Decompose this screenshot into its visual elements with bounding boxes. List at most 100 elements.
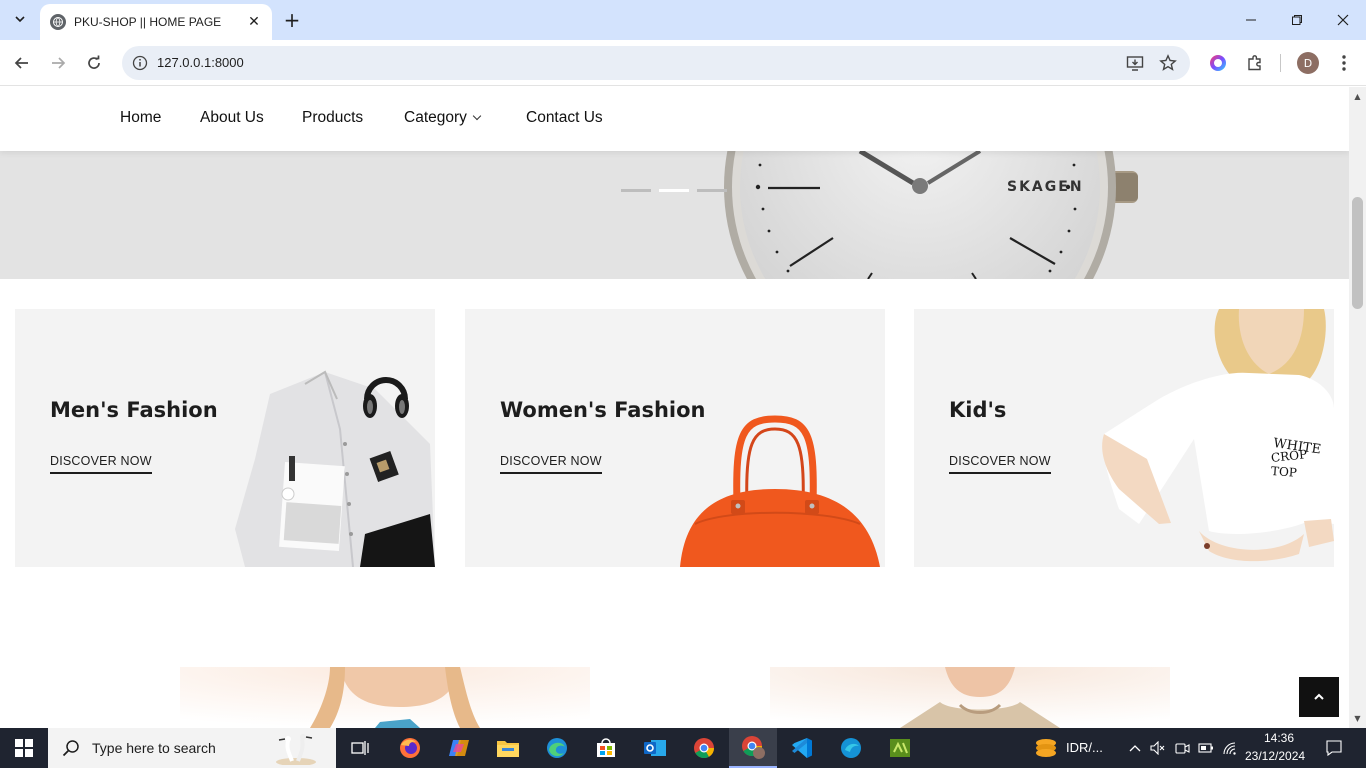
chevron-up-icon bbox=[1314, 693, 1324, 700]
chrome-profile-app[interactable] bbox=[729, 728, 777, 768]
hero-slider[interactable]: SKAGEN bbox=[0, 151, 1349, 279]
globe-icon bbox=[50, 14, 66, 30]
clock-date[interactable]: 23/12/2024 bbox=[1245, 749, 1305, 763]
profile-avatar[interactable]: D bbox=[1297, 52, 1319, 74]
minimize-button[interactable] bbox=[1228, 0, 1274, 40]
windows-logo-icon bbox=[15, 739, 33, 757]
wifi-icon[interactable] bbox=[1222, 740, 1238, 756]
forward-button[interactable] bbox=[44, 49, 72, 77]
search-highlight-image bbox=[276, 734, 316, 765]
handbag-image bbox=[680, 415, 880, 567]
nav-category-label: Category bbox=[404, 109, 467, 126]
browser-tab[interactable]: PKU-SHOP || HOME PAGE ✕ bbox=[40, 4, 272, 40]
close-icon bbox=[1337, 14, 1349, 26]
copilot-app[interactable] bbox=[435, 728, 483, 768]
outlook-icon bbox=[644, 740, 666, 756]
site-header: Home About Us Products Category Contact … bbox=[0, 87, 1349, 151]
app-green-icon bbox=[890, 739, 910, 757]
app-circle-icon bbox=[841, 738, 861, 758]
tab-search-button[interactable] bbox=[8, 7, 32, 31]
tray-chevron-up-icon[interactable] bbox=[1127, 740, 1143, 756]
camera-icon[interactable] bbox=[1174, 740, 1190, 756]
search-icon bbox=[62, 740, 79, 757]
bookmark-star-icon[interactable] bbox=[1158, 53, 1178, 73]
restore-button[interactable] bbox=[1274, 0, 1320, 40]
nav-products[interactable]: Products bbox=[302, 109, 363, 127]
crop-top-image: WHITE CROP TOP bbox=[1102, 309, 1334, 562]
chrome-profile-icon bbox=[742, 736, 765, 759]
banner-kids[interactable]: WHITE CROP TOP Kid's DISCOVER NOW bbox=[914, 309, 1334, 567]
microsoft-store-app[interactable] bbox=[582, 728, 630, 768]
banner-title: Kid's bbox=[949, 398, 1007, 422]
chevron-down-icon bbox=[15, 16, 25, 23]
watch-image: SKAGEN bbox=[724, 151, 1138, 279]
nav-contact-us[interactable]: Contact Us bbox=[526, 109, 603, 127]
back-button[interactable] bbox=[8, 49, 36, 77]
mens-fashion-image bbox=[235, 370, 435, 567]
slider-dot-1[interactable] bbox=[621, 189, 651, 192]
vscode-icon bbox=[792, 738, 812, 758]
new-tab-button[interactable]: + bbox=[280, 8, 304, 32]
toolbar-separator bbox=[1280, 54, 1281, 72]
product-image-man[interactable] bbox=[770, 667, 1170, 728]
nav-about-us[interactable]: About Us bbox=[200, 109, 264, 127]
url-text[interactable]: 127.0.0.1:8000 bbox=[157, 55, 244, 70]
task-view-icon bbox=[351, 741, 369, 755]
windows-start-button[interactable] bbox=[0, 728, 48, 768]
page-scrollbar[interactable]: ▲ ▼ bbox=[1349, 87, 1366, 728]
outlook-app[interactable] bbox=[631, 728, 679, 768]
firefox-app[interactable] bbox=[386, 728, 434, 768]
edge-icon bbox=[547, 738, 567, 758]
product-image-woman[interactable] bbox=[180, 667, 590, 728]
currency-widget-icon[interactable] bbox=[1033, 736, 1059, 760]
scroll-up-arrow[interactable]: ▲ bbox=[1349, 89, 1366, 103]
banner-womens-fashion[interactable]: Women's Fashion DISCOVER NOW bbox=[465, 309, 885, 567]
color-extension-icon[interactable] bbox=[1206, 51, 1230, 75]
chevron-down-icon bbox=[472, 111, 482, 121]
more-menu-icon[interactable] bbox=[1332, 51, 1356, 75]
scroll-thumb[interactable] bbox=[1352, 197, 1363, 309]
firefox-icon bbox=[400, 738, 420, 758]
tab-strip: PKU-SHOP || HOME PAGE ✕ + bbox=[0, 0, 1366, 40]
app-green[interactable] bbox=[876, 728, 924, 768]
banner-title: Women's Fashion bbox=[500, 398, 706, 422]
slider-dot-3[interactable] bbox=[697, 189, 727, 192]
copilot-icon bbox=[449, 740, 469, 756]
nav-category[interactable]: Category bbox=[404, 109, 482, 127]
vscode-app[interactable] bbox=[778, 728, 826, 768]
chrome-icon bbox=[694, 738, 715, 759]
currency-widget-text[interactable]: IDR/... bbox=[1066, 740, 1103, 755]
site-info-icon[interactable] bbox=[130, 53, 150, 73]
close-tab-icon[interactable]: ✕ bbox=[244, 12, 264, 32]
address-bar[interactable]: 127.0.0.1:8000 bbox=[122, 46, 1190, 80]
watch-brand-text: SKAGEN bbox=[1007, 179, 1084, 195]
arrow-left-icon bbox=[14, 57, 28, 69]
extensions-puzzle-icon[interactable] bbox=[1243, 51, 1267, 75]
discover-now-link[interactable]: DISCOVER NOW bbox=[50, 454, 152, 474]
discover-now-link[interactable]: DISCOVER NOW bbox=[949, 454, 1051, 474]
notifications-icon[interactable] bbox=[1325, 739, 1343, 757]
slider-dot-2[interactable] bbox=[659, 189, 689, 192]
minimize-icon bbox=[1246, 19, 1256, 21]
volume-muted-icon[interactable] bbox=[1150, 740, 1166, 756]
app-blue-circle[interactable] bbox=[827, 728, 875, 768]
discover-now-link[interactable]: DISCOVER NOW bbox=[500, 454, 602, 474]
edge-app[interactable] bbox=[533, 728, 581, 768]
install-app-icon[interactable] bbox=[1125, 53, 1145, 73]
banner-mens-fashion[interactable]: Men's Fashion DISCOVER NOW bbox=[15, 309, 435, 567]
nav-home[interactable]: Home bbox=[120, 109, 161, 127]
search-placeholder: Type here to search bbox=[92, 740, 216, 756]
chrome-app[interactable] bbox=[680, 728, 728, 768]
task-view-button[interactable] bbox=[336, 728, 384, 768]
store-icon bbox=[597, 738, 615, 757]
taskbar-search-box[interactable]: Type here to search bbox=[48, 728, 336, 768]
banner-title: Men's Fashion bbox=[50, 398, 218, 422]
battery-icon[interactable] bbox=[1198, 740, 1214, 756]
restore-icon bbox=[1292, 15, 1302, 25]
reload-button[interactable] bbox=[80, 49, 108, 77]
file-explorer-app[interactable] bbox=[484, 728, 532, 768]
close-window-button[interactable] bbox=[1320, 0, 1366, 40]
back-to-top-button[interactable] bbox=[1299, 677, 1339, 717]
clock-time[interactable]: 14:36 bbox=[1264, 731, 1294, 745]
scroll-down-arrow[interactable]: ▼ bbox=[1349, 711, 1366, 725]
